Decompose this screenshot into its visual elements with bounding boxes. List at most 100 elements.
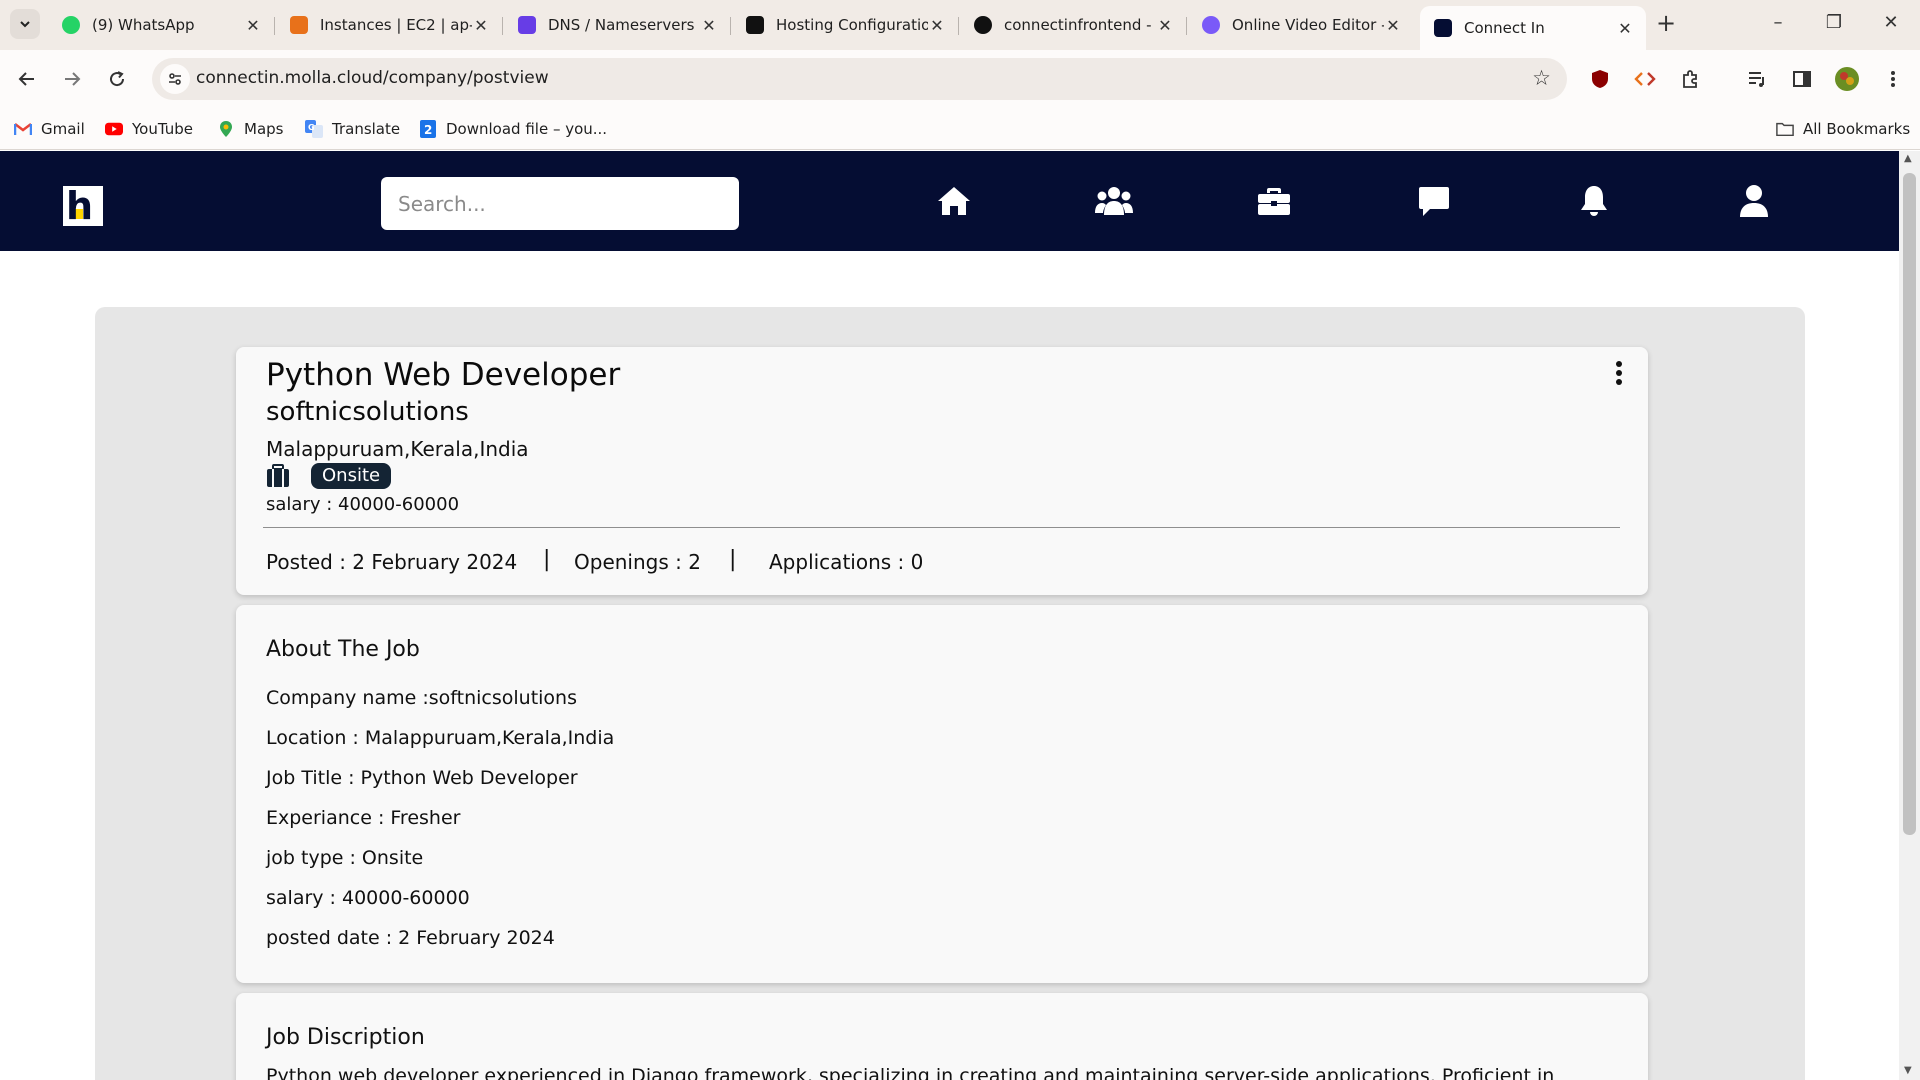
detail-location: Location : Malappuruam,Kerala,India <box>266 727 615 749</box>
browser-menu-icon[interactable] <box>1876 62 1910 96</box>
clipchamp-icon <box>1202 16 1220 34</box>
profile-icon[interactable] <box>1734 181 1774 221</box>
about-heading: About The Job <box>266 637 420 662</box>
search-input[interactable] <box>381 177 739 230</box>
network-icon[interactable] <box>1094 181 1134 221</box>
tab-whatsapp[interactable]: (9) WhatsApp ✕ <box>48 8 275 42</box>
tab-connect-in[interactable]: Connect In ✕ <box>1420 6 1646 50</box>
tab-connectinfrontend[interactable]: connectinfrontend - ✕ <box>960 8 1187 42</box>
ublock-extension-icon[interactable] <box>1583 62 1617 96</box>
close-icon[interactable]: ✕ <box>700 16 718 35</box>
meta-separator: | <box>729 547 737 572</box>
site-info-icon[interactable] <box>160 64 190 94</box>
description-heading: Job Discription <box>266 1025 425 1050</box>
divider <box>263 527 1620 528</box>
maps-icon <box>217 121 235 137</box>
close-icon[interactable]: ✕ <box>1156 16 1174 35</box>
job-header-card: Python Web Developer softnicsolutions Ma… <box>236 347 1648 595</box>
salary-text: salary : 40000-60000 <box>266 494 460 515</box>
close-icon[interactable]: ✕ <box>928 16 946 35</box>
gmail-icon <box>14 121 32 137</box>
bookmark-download-file[interactable]: 2 Download file – you... <box>419 116 607 142</box>
bookmark-star-icon[interactable]: ☆ <box>1532 66 1551 90</box>
bookmark-label: Translate <box>332 120 401 138</box>
profile-avatar[interactable] <box>1830 62 1864 96</box>
tab-title: connectinfrontend - <box>1004 16 1152 34</box>
page-scrollbar[interactable]: ▲ ▼ <box>1899 151 1920 1080</box>
tab-title: (9) WhatsApp <box>92 16 195 34</box>
about-job-card: About The Job Company name :softnicsolut… <box>236 605 1648 983</box>
youtube-icon <box>105 121 123 137</box>
download-file-icon: 2 <box>419 120 437 138</box>
jobs-icon[interactable] <box>1254 181 1294 221</box>
bookmark-youtube[interactable]: YouTube <box>105 116 193 142</box>
bookmark-translate[interactable]: G Translate <box>305 116 400 142</box>
detail-job-type: job type : Onsite <box>266 847 424 869</box>
tab-hosting[interactable]: Hosting Configuratio ✕ <box>732 8 959 42</box>
bookmark-label: Maps <box>244 120 284 138</box>
detail-company-name: Company name :softnicsolutions <box>266 687 577 709</box>
all-bookmarks-label: All Bookmarks <box>1803 120 1911 138</box>
messages-icon[interactable] <box>1414 181 1454 221</box>
connectin-icon <box>1434 19 1452 37</box>
url-text[interactable]: connectin.molla.cloud/company/postview <box>196 68 549 88</box>
extensions-icon[interactable] <box>1673 62 1707 96</box>
reload-button[interactable] <box>100 62 134 96</box>
description-text: Python web developer experienced in Djan… <box>266 1065 1555 1080</box>
close-icon[interactable]: ✕ <box>1616 19 1634 38</box>
new-tab-button[interactable]: + <box>1652 10 1680 38</box>
scrollbar-thumb[interactable] <box>1903 173 1916 835</box>
applications-count: Applications : 0 <box>769 550 924 574</box>
hostinger-icon <box>518 16 536 34</box>
tab-title: Hosting Configuratio <box>776 16 928 34</box>
restore-button[interactable]: ❐ <box>1814 8 1854 38</box>
all-bookmarks-button[interactable]: All Bookmarks <box>1776 116 1910 142</box>
back-button[interactable] <box>10 62 44 96</box>
close-icon[interactable]: ✕ <box>472 16 490 35</box>
bookmark-label: YouTube <box>132 120 193 138</box>
side-panel-icon[interactable] <box>1785 62 1819 96</box>
detail-job-title: Job Title : Python Web Developer <box>266 767 578 789</box>
tab-video-editor[interactable]: Online Video Editor - ✕ <box>1188 8 1414 42</box>
notion-icon <box>746 16 764 34</box>
posted-date: Posted : 2 February 2024 <box>266 550 518 574</box>
reload-icon <box>110 71 125 87</box>
tab-dns[interactable]: DNS / Nameservers | ✕ <box>504 8 731 42</box>
notifications-icon[interactable] <box>1574 181 1614 221</box>
company-name[interactable]: softnicsolutions <box>266 397 469 427</box>
folder-icon <box>1776 121 1794 137</box>
whatsapp-icon <box>62 16 80 34</box>
openings-count: Openings : 2 <box>574 550 701 574</box>
bookmarks-bar: Gmail YouTube Maps G Translate 2 Downloa… <box>0 108 1920 150</box>
arrow-left-icon <box>18 72 34 86</box>
detail-posted-date: posted date : 2 February 2024 <box>266 927 555 949</box>
tab-ec2[interactable]: Instances | EC2 | ap-s ✕ <box>276 8 503 42</box>
scroll-up-icon[interactable]: ▲ <box>1904 153 1912 164</box>
logo-letter: h <box>66 184 94 228</box>
tab-title: DNS / Nameservers | <box>548 16 700 34</box>
code-extension-icon[interactable] <box>1628 62 1662 96</box>
job-post-panel: Python Web Developer softnicsolutions Ma… <box>95 307 1805 1080</box>
job-location: Malappuruam,Kerala,India <box>266 437 529 461</box>
close-icon[interactable]: ✕ <box>1384 16 1402 35</box>
bookmark-gmail[interactable]: Gmail <box>14 116 85 142</box>
more-options-icon[interactable] <box>1614 361 1624 385</box>
arrow-right-icon <box>65 72 81 86</box>
minimize-button[interactable]: – <box>1758 8 1798 38</box>
forward-button[interactable] <box>55 62 89 96</box>
bookmark-maps[interactable]: Maps <box>217 116 283 142</box>
media-control-icon[interactable] <box>1740 62 1774 96</box>
tab-search-button[interactable] <box>10 9 40 39</box>
close-window-button[interactable]: ✕ <box>1871 8 1911 38</box>
tab-title: Instances | EC2 | ap-s <box>320 16 472 34</box>
site-logo[interactable]: h <box>63 186 103 226</box>
close-icon[interactable]: ✕ <box>244 16 262 35</box>
address-bar[interactable]: connectin.molla.cloud/company/postview ☆ <box>152 58 1567 100</box>
luggage-icon <box>267 464 289 487</box>
meta-separator: | <box>543 547 551 572</box>
page-viewport: h ▲ ▼ Python Web Developer softnicsol <box>0 151 1920 1080</box>
scroll-down-icon[interactable]: ▼ <box>1904 1065 1912 1076</box>
site-navbar: h <box>0 151 1899 251</box>
bookmark-label: Download file – you... <box>446 120 608 138</box>
home-icon[interactable] <box>934 181 974 221</box>
